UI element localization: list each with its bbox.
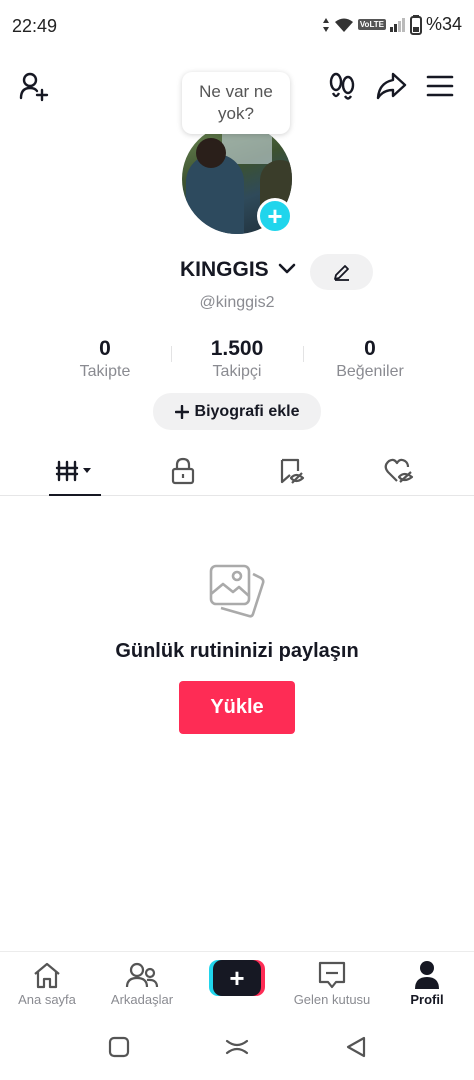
create-button[interactable]: +: [209, 960, 265, 996]
plus-icon: +: [213, 960, 261, 996]
pencil-icon: [333, 265, 349, 281]
tab-liked[interactable]: [340, 446, 458, 496]
profile-stats: 0 Takipte 1.500 Takipçi 0 Beğeniler: [0, 336, 474, 384]
profile-icon: [415, 961, 439, 989]
stat-likes[interactable]: 0 Beğeniler: [305, 336, 435, 382]
system-navigation-bar: [0, 1018, 474, 1080]
footprints-icon: [329, 72, 355, 100]
grid-icon: [55, 460, 91, 482]
chevron-down-icon[interactable]: [278, 262, 296, 276]
empty-state-title: Günlük rutininizi paylaşın: [115, 640, 359, 662]
share-icon: [376, 72, 407, 100]
tab-selected-indicator: [49, 494, 101, 496]
nav-profile[interactable]: Profil: [382, 958, 472, 1014]
stat-label: Takipte: [79, 363, 131, 380]
status-bar: 22:49 VoLTE %34: [0, 0, 474, 54]
tab-private[interactable]: [124, 446, 242, 496]
stat-value: 1.500: [210, 337, 264, 360]
nav-label: Arkadaşlar: [110, 992, 174, 1007]
stat-divider: [303, 346, 304, 362]
nav-label: Gelen kutusu: [293, 992, 371, 1007]
stat-label: Beğeniler: [336, 363, 404, 380]
username-row: KINGGIS: [0, 254, 474, 290]
nav-label: Ana sayfa: [18, 992, 76, 1007]
status-icons: VoLTE %34: [322, 14, 462, 35]
tab-favorites[interactable]: [232, 446, 350, 496]
stat-following[interactable]: 0 Takipte: [40, 336, 170, 382]
home-icon: [34, 962, 60, 989]
back-icon[interactable]: [345, 1036, 367, 1058]
menu-icon: [426, 75, 454, 97]
inbox-icon: [318, 961, 346, 989]
profile-views-button[interactable]: [322, 66, 362, 106]
add-story-button[interactable]: +: [257, 198, 293, 234]
plus-icon: [174, 404, 189, 419]
note-bubble[interactable]: Ne var ne yok?: [182, 72, 290, 134]
menu-button[interactable]: [420, 66, 460, 106]
battery-icon: [409, 14, 422, 35]
edit-profile-button[interactable]: [310, 254, 373, 290]
add-bio-button[interactable]: Biyografi ekle: [153, 393, 321, 430]
signal-icon: [389, 17, 405, 32]
volte-badge: VoLTE: [357, 19, 386, 30]
username[interactable]: KINGGIS: [180, 258, 269, 282]
add-friend-button[interactable]: [14, 66, 54, 106]
bottom-navigation: Ana sayfa Arkadaşlar + Gelen kutusu Prof…: [0, 951, 474, 1015]
bookmark-hidden-icon: [280, 458, 305, 484]
nav-friends[interactable]: Arkadaşlar: [97, 958, 187, 1014]
battery-percent: %34: [425, 14, 462, 34]
lock-icon: [171, 457, 195, 485]
home-gesture-icon[interactable]: [225, 1036, 249, 1058]
add-bio-label: Biyografi ekle: [194, 402, 300, 420]
friends-icon: [125, 962, 159, 988]
heart-hidden-icon: [384, 458, 414, 483]
upload-button[interactable]: Yükle: [179, 681, 295, 734]
stat-value: 0: [99, 337, 111, 360]
photos-icon: [209, 564, 265, 618]
stat-value: 0: [364, 337, 376, 360]
user-handle: @kinggis2: [199, 294, 275, 311]
add-friend-icon: [19, 72, 49, 102]
wifi-icon: [334, 18, 353, 32]
share-profile-button[interactable]: [371, 66, 411, 106]
content-tabs: [0, 446, 474, 496]
status-time: 22:49: [12, 16, 58, 36]
tab-videos[interactable]: [16, 446, 134, 496]
nav-home[interactable]: Ana sayfa: [2, 958, 92, 1014]
stat-label: Takipçi: [212, 363, 262, 380]
stat-followers[interactable]: 1.500 Takipçi: [172, 336, 302, 382]
recent-apps-icon[interactable]: [108, 1036, 130, 1058]
data-arrows-icon: [322, 17, 329, 32]
nav-label: Profil: [410, 992, 444, 1007]
nav-inbox[interactable]: Gelen kutusu: [287, 958, 377, 1014]
plus-icon: +: [267, 201, 283, 231]
